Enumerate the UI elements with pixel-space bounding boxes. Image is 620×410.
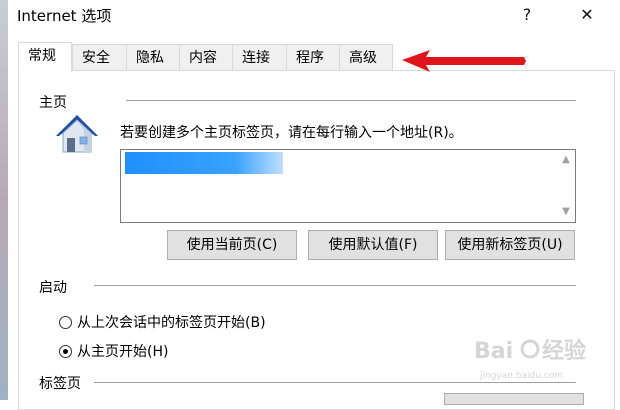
homepage-section-label: 主页: [39, 92, 67, 112]
radio-last-session[interactable]: [59, 316, 72, 329]
tab-general[interactable]: 常规: [18, 42, 72, 72]
tab-advanced[interactable]: 高级: [339, 44, 393, 70]
tab-privacy[interactable]: 隐私: [126, 44, 180, 70]
tabs-section-label: 标签页: [39, 373, 81, 393]
tab-security[interactable]: 安全: [72, 44, 127, 70]
title-bar: Internet 选项 ? ✕: [8, 0, 620, 30]
scroll-down-icon[interactable]: ▼: [560, 206, 572, 218]
house-icon: [56, 115, 98, 153]
startup-option-label: 从主页开始(H): [77, 344, 169, 360]
tab-connections[interactable]: 连接: [232, 44, 287, 70]
homepage-divider: [126, 100, 576, 101]
startup-section-label: 启动: [39, 277, 67, 297]
startup-option-homepage[interactable]: 从主页开始(H): [59, 341, 168, 361]
selected-url-text: [125, 152, 283, 174]
svg-text:经验: 经验: [542, 338, 586, 364]
homepage-url-textarea[interactable]: ▲ ▼: [120, 149, 576, 223]
startup-divider: [94, 285, 576, 286]
startup-option-label: 从上次会话中的标签页开始(B): [77, 315, 266, 331]
tabs-settings-button[interactable]: [444, 393, 584, 405]
baidu-watermark-logo: Bai 经验 jingyan.baidu.com: [474, 338, 586, 381]
window-title: Internet 选项: [17, 7, 112, 25]
tab-programs[interactable]: 程序: [286, 44, 340, 70]
use-current-page-button[interactable]: 使用当前页(C): [167, 230, 297, 260]
startup-option-last-session[interactable]: 从上次会话中的标签页开始(B): [59, 312, 266, 332]
svg-text:Bai: Bai: [474, 339, 513, 364]
use-default-button[interactable]: 使用默认值(F): [308, 230, 438, 260]
radio-homepage[interactable]: [59, 345, 72, 358]
close-button[interactable]: ✕: [564, 2, 610, 28]
help-button[interactable]: ?: [504, 2, 550, 28]
scroll-up-icon[interactable]: ▲: [560, 154, 572, 166]
tab-content[interactable]: 内容: [179, 44, 233, 70]
svg-text:jingyan.baidu.com: jingyan.baidu.com: [479, 371, 563, 381]
use-new-tab-button[interactable]: 使用新标签页(U): [445, 230, 575, 260]
annotation-arrow-icon: [402, 50, 526, 72]
homepage-instruction: 若要创建多个主页标签页，请在每行输入一个地址(R)。: [120, 125, 463, 141]
